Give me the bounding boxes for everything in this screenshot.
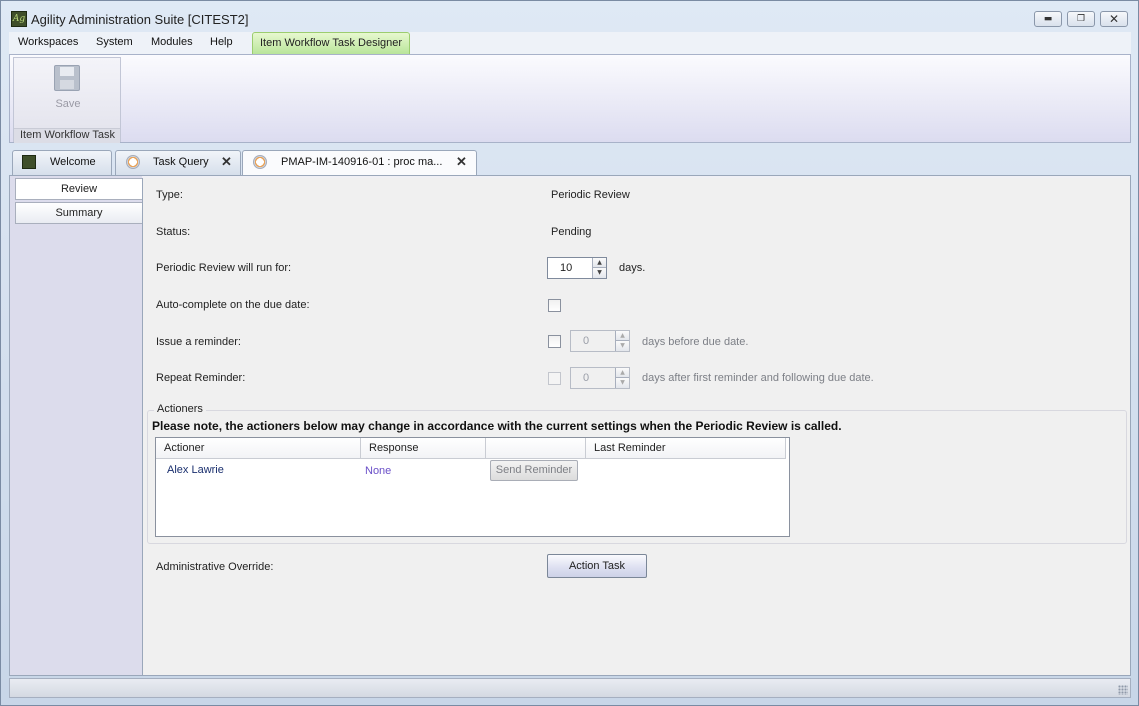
column-header-action[interactable]	[486, 438, 586, 459]
tab-close-icon[interactable]: ✕	[221, 154, 232, 170]
ribbon: Save Item Workflow Task	[9, 54, 1131, 143]
menu-modules[interactable]: Modules	[151, 36, 193, 48]
resize-grip-icon[interactable]	[1118, 685, 1128, 695]
reminder-days-value: 0	[583, 335, 590, 347]
spinner-down-icon[interactable]: ▼	[615, 341, 629, 351]
auto-complete-label: Auto-complete on the due date:	[156, 299, 310, 311]
tab-task-query[interactable]: Task Query ✕	[115, 150, 241, 175]
menu-workspaces[interactable]: Workspaces	[18, 36, 78, 48]
app-window: Ag Agility Administration Suite [CITEST2…	[0, 0, 1139, 706]
repeat-days-suffix: days after first reminder and following …	[642, 372, 874, 384]
actioners-title: Actioners	[154, 403, 206, 415]
response-value: None	[365, 465, 392, 477]
actioner-name: Alex Lawrie	[167, 464, 224, 476]
tab-close-icon[interactable]: ✕	[456, 154, 467, 170]
save-button[interactable]: Save	[14, 98, 122, 110]
app-logo-icon	[22, 155, 36, 169]
run-duration-value: 10	[560, 262, 573, 274]
minimize-icon[interactable]: ▬	[1034, 11, 1062, 27]
spinner-down-icon[interactable]: ▼	[615, 378, 629, 388]
actioners-table: Actioner Response Last Reminder Alex Law…	[155, 437, 790, 537]
close-icon[interactable]: ✕	[1100, 11, 1128, 27]
actioners-note: Please note, the actioners below may cha…	[152, 419, 842, 433]
clock-icon	[126, 155, 140, 169]
reminder-days-stepper[interactable]: 0 ▲ ▼	[570, 330, 630, 352]
issue-reminder-checkbox[interactable]	[548, 335, 561, 348]
status-label: Status:	[156, 226, 191, 238]
repeat-reminder-checkbox[interactable]	[548, 372, 561, 385]
issue-reminder-label: Issue a reminder:	[156, 336, 241, 348]
auto-complete-checkbox[interactable]	[548, 299, 561, 312]
spinner-up-icon[interactable]: ▲	[615, 331, 629, 341]
sidebar-item-summary[interactable]: Summary	[15, 202, 143, 224]
column-header-last-reminder[interactable]: Last Reminder	[586, 438, 786, 459]
reminder-days-suffix: days before due date.	[642, 336, 749, 348]
spinner-up-icon[interactable]: ▲	[615, 368, 629, 378]
type-label: Type:	[156, 189, 183, 201]
menu-bar: Workspaces System Modules Help Item Work…	[9, 32, 1131, 54]
spinner-down-icon[interactable]: ▼	[592, 268, 606, 278]
repeat-days-value: 0	[583, 372, 590, 384]
ribbon-group-label: Item Workflow Task	[14, 128, 120, 143]
action-task-button[interactable]: Action Task	[547, 554, 647, 578]
window-title: Agility Administration Suite [CITEST2]	[31, 12, 249, 27]
ribbon-group-item-workflow-task: Save Item Workflow Task	[13, 57, 122, 143]
app-logo-icon: Ag	[11, 11, 27, 27]
column-header-response[interactable]: Response	[361, 438, 486, 459]
tab-welcome[interactable]: Welcome	[12, 150, 112, 175]
menu-item-workflow-task-designer[interactable]: Item Workflow Task Designer	[252, 32, 410, 54]
status-value: Pending	[551, 226, 592, 238]
content-area: Review Summary Type: Periodic Review Sta…	[9, 175, 1131, 676]
menu-help[interactable]: Help	[210, 36, 233, 48]
sidebar: Review Summary	[10, 176, 143, 675]
save-icon	[54, 65, 80, 91]
status-bar	[9, 678, 1131, 698]
run-duration-stepper[interactable]: 10 ▲ ▼	[547, 257, 607, 279]
tab-welcome-label: Welcome	[50, 156, 96, 168]
repeat-reminder-label: Repeat Reminder:	[156, 372, 246, 384]
column-header-actioner[interactable]: Actioner	[156, 438, 361, 459]
repeat-days-stepper[interactable]: 0 ▲ ▼	[570, 367, 630, 389]
restore-icon[interactable]: ❐	[1067, 11, 1095, 27]
tab-pmap-task-label: PMAP-IM-140916-01 : proc ma...	[281, 156, 443, 168]
review-panel: Type: Periodic Review Status: Pending Pe…	[142, 178, 1130, 675]
clock-icon	[253, 155, 267, 169]
spinner-up-icon[interactable]: ▲	[592, 258, 606, 268]
type-value: Periodic Review	[551, 189, 630, 201]
admin-override-label: Administrative Override:	[156, 561, 274, 573]
run-duration-suffix: days.	[619, 262, 646, 274]
tab-pmap-task[interactable]: PMAP-IM-140916-01 : proc ma... ✕	[242, 150, 477, 176]
run-duration-label: Periodic Review will run for:	[156, 262, 292, 274]
send-reminder-button[interactable]: Send Reminder	[490, 460, 578, 481]
title-bar: Ag Agility Administration Suite [CITEST2…	[1, 1, 1138, 31]
sidebar-item-review[interactable]: Review	[15, 178, 143, 200]
menu-system[interactable]: System	[96, 36, 133, 48]
tab-task-query-label: Task Query	[153, 156, 209, 168]
